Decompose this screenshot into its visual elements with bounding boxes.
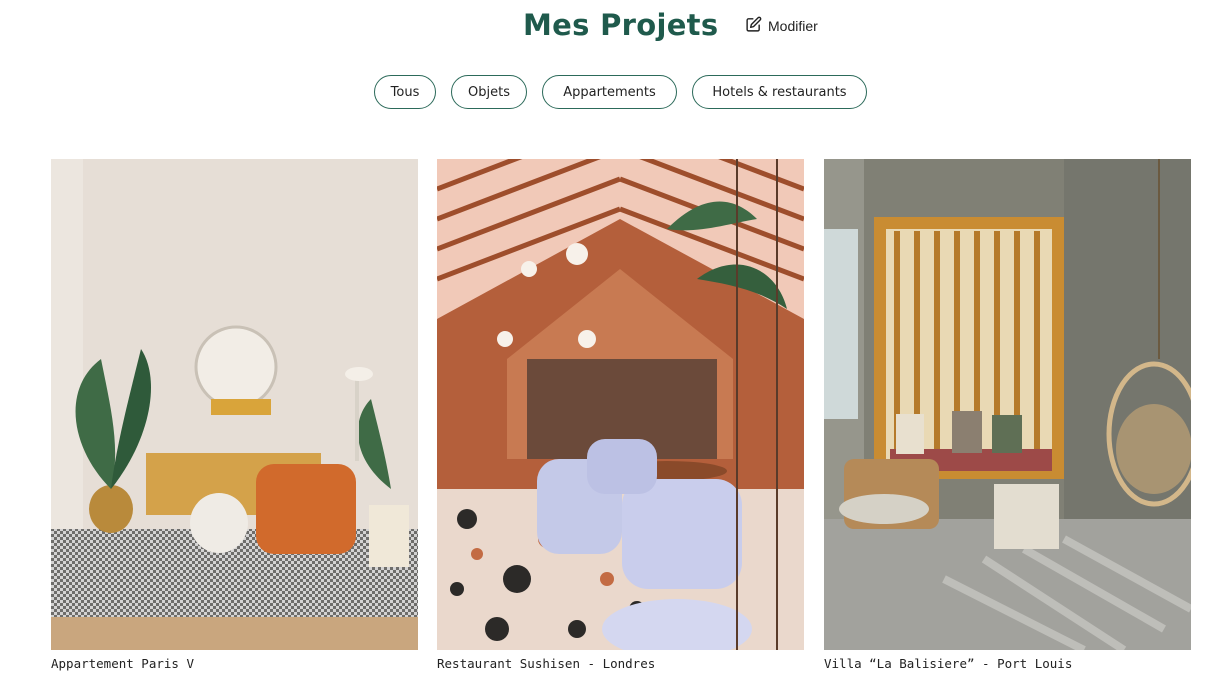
project-image-balisiere[interactable] — [824, 159, 1191, 650]
project-card-sushisen[interactable]: Restaurant Sushisen - Londres — [437, 159, 804, 671]
project-card-paris[interactable]: Appartement Paris V — [51, 159, 418, 671]
filter-tous[interactable]: Tous — [374, 75, 436, 109]
filter-bar: Tous Objets Appartements Hotels & restau… — [0, 75, 1230, 109]
project-card-balisiere[interactable]: Villa “La Balisiere” - Port Louis — [824, 159, 1191, 671]
filter-objets[interactable]: Objets — [451, 75, 527, 109]
page-header: Mes Projets Modifier — [0, 6, 1230, 46]
project-caption: Villa “La Balisiere” - Port Louis — [824, 656, 1073, 671]
project-image-sushisen[interactable] — [437, 159, 804, 650]
edit-button[interactable]: Modifier — [745, 16, 818, 36]
page-title: Mes Projets — [523, 8, 719, 42]
project-image-paris[interactable] — [51, 159, 418, 650]
filter-appartements[interactable]: Appartements — [542, 75, 677, 109]
project-caption: Restaurant Sushisen - Londres — [437, 656, 656, 671]
project-caption: Appartement Paris V — [51, 656, 194, 671]
edit-icon — [745, 16, 762, 36]
filter-hotels-restaurants[interactable]: Hotels & restaurants — [692, 75, 867, 109]
edit-label: Modifier — [768, 18, 818, 34]
